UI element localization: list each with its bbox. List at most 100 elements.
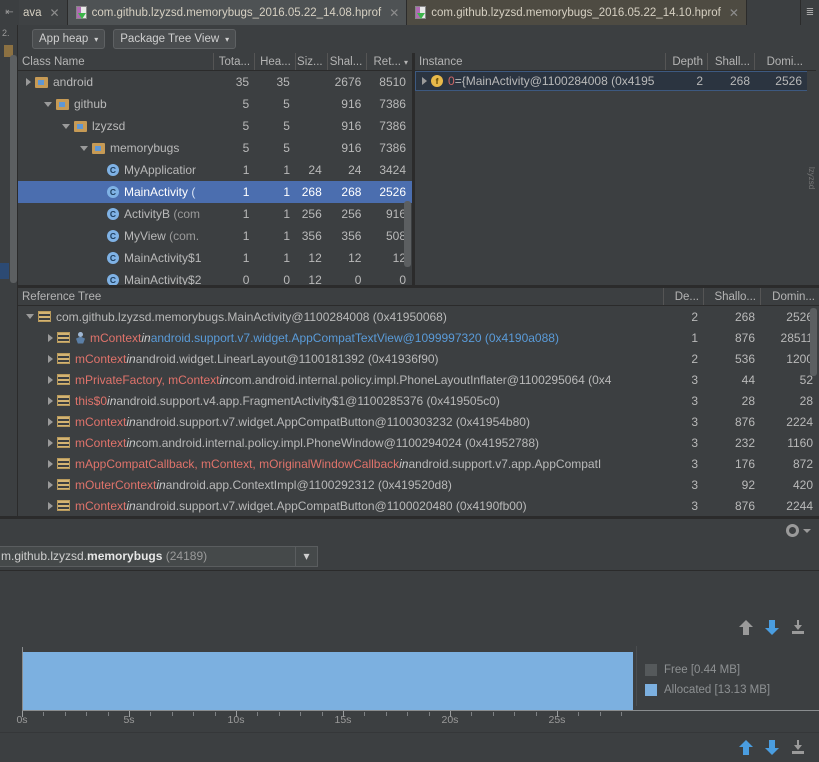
expand-arrow-icon[interactable] [48,459,53,468]
collapse-arrow-icon[interactable] [80,145,88,151]
column-depth[interactable]: Depth [666,53,708,70]
class-tree-shallow-cell: 268 [341,185,362,199]
collapse-arrow-icon[interactable] [62,123,70,129]
class-icon: C [107,164,119,176]
column-dominating[interactable]: Domi... [755,53,807,70]
process-select[interactable]: m.github.lzyzsd.memorybugs (24189) ▾ [0,545,318,567]
start-allocation-tracking-icon[interactable] [791,619,805,635]
reference-tree-row[interactable]: mPrivateFactory, mContext in com.android… [18,369,819,390]
class-tree-row[interactable]: lzyzsd 5 5 916 7386 [18,115,412,137]
field-icon: f [431,75,443,87]
gear-icon[interactable] [786,524,799,537]
column-depth[interactable]: De... [664,288,704,305]
reference-tree-row[interactable]: mAppCompatCallback, mContext, mOriginalW… [18,453,819,474]
reference-class-name: com.android.internal.policy.impl.PhoneWi… [135,435,540,450]
reference-in-keyword: in [126,498,136,513]
reference-depth-cell: 3 [691,477,698,492]
expand-arrow-icon[interactable] [48,333,53,342]
column-dominating-size[interactable]: Domin... [761,288,819,305]
list-icon [57,500,70,511]
column-instance[interactable]: Instance [415,53,666,70]
column-retained-size[interactable]: Ret... ▾ [367,53,412,70]
reference-depth-cell: 3 [691,414,698,429]
chevron-down-icon[interactable]: ▾ [295,546,317,566]
reference-tree-row[interactable]: mContext in android.support.v7.widget.Ap… [18,495,819,516]
close-icon[interactable]: ✕ [50,7,60,19]
expand-arrow-icon[interactable] [48,354,53,363]
reference-field-name: mContext [90,330,142,345]
start-allocation-tracking-icon[interactable] [791,740,805,755]
expand-arrow-icon[interactable] [48,417,53,426]
instance-side-label: lzyzsd [807,71,816,285]
chart-legend-item[interactable]: Allocated [13.13 MB] [645,680,815,700]
reference-tree-row[interactable]: mContext in android.support.v7.widget.Ap… [18,411,819,432]
initiate-gc-up-icon[interactable] [739,619,753,635]
class-tree-scrollbar[interactable] [404,201,411,267]
tab-2[interactable]: com.github.lzyzsd.memorybugs_2016.05.22_… [407,0,747,25]
column-heap-count[interactable]: Hea... [255,53,296,70]
chevron-down-icon[interactable] [803,528,811,533]
reference-tree-row[interactable]: com.github.lzyzsd.memorybugs.MainActivit… [18,306,819,327]
class-tree-row[interactable]: C MyApplicatior 1 1 24 24 3424 [18,159,412,181]
reference-shallow-cell: 44 [741,372,755,387]
collapse-arrow-icon[interactable] [44,101,52,107]
reference-tree-row[interactable]: mContext in android.support.v7.widget.Ap… [18,327,819,348]
editor-vertical-scrollbar[interactable] [10,55,17,283]
expand-arrow-icon[interactable] [48,480,53,489]
instance-row[interactable]: f0 = {MainActivity@1100284008 (0x4195 2 26… [415,71,816,91]
expand-arrow-icon[interactable] [422,77,427,85]
expand-arrow-icon[interactable] [48,501,53,510]
upper-split: Class Name Tota... Hea... Siz... Shal...… [18,53,819,285]
class-tree-row[interactable]: android 35 35 2676 8510 [18,71,412,93]
reference-tree-row[interactable]: mContext in android.widget.LinearLayout@… [18,348,819,369]
back-arrow-icon[interactable]: ⇤ [0,0,19,25]
reference-tree-row[interactable]: this$0 in android.support.v4.app.Fragmen… [18,390,819,411]
close-icon[interactable]: ✕ [729,7,739,19]
heap-select[interactable]: App heap ▾ [32,29,106,49]
class-tree-heap-cell: 0 [283,273,291,285]
tab-0[interactable]: ava ✕ [19,0,68,25]
column-shallow-size[interactable]: Shal... [328,53,368,70]
chart-legend-item[interactable]: Free [0.44 MB] [645,660,815,680]
expand-arrow-icon[interactable] [48,375,53,384]
class-tree-size-cell: 12 [308,251,322,265]
view-select[interactable]: Package Tree View ▾ [113,29,237,49]
class-tree-row[interactable]: github 5 5 916 7386 [18,93,412,115]
expand-arrow-icon[interactable] [48,438,53,447]
column-shallow[interactable]: Shall... [708,53,755,70]
reference-tree-row[interactable]: mContext in com.android.internal.policy.… [18,432,819,453]
collapse-arrow-icon[interactable] [26,314,34,319]
reference-name-cell: mPrivateFactory, mContext in com.android… [18,373,664,387]
class-tree-shallow-cell: 916 [341,141,362,155]
column-shallow-size[interactable]: Shallo... [704,288,761,305]
column-total-count[interactable]: Tota... [214,53,256,70]
initiate-gc-up-icon[interactable] [739,740,753,755]
expand-arrow-icon[interactable] [48,396,53,405]
close-icon[interactable]: ✕ [389,7,399,19]
class-tree-row[interactable]: C MainActivity$2 0 0 12 0 0 [18,269,412,285]
class-tree-total-cell: 0 [242,273,250,285]
class-tree-heap-cell: 5 [283,97,290,111]
chart-x-tick-label: 25s [548,714,566,726]
class-tree-row[interactable]: memorybugs 5 5 916 7386 [18,137,412,159]
column-reference-tree[interactable]: Reference Tree [18,288,664,305]
class-tree-row[interactable]: C MyView (com. 1 1 356 356 508 [18,225,412,247]
reference-tree-row[interactable]: mOuterContext in android.app.ContextImpl… [18,474,819,495]
column-sizeof[interactable]: Siz... [296,53,328,70]
expand-arrow-icon[interactable] [26,78,31,86]
tab-1[interactable]: com.github.lzyzsd.memorybugs_2016.05.22_… [67,0,408,25]
class-tree-name-cell: C ActivityB (com [18,207,215,221]
dump-java-heap-down-icon[interactable] [765,740,779,755]
column-class-name[interactable]: Class Name [18,53,215,70]
tab-list-icon[interactable]: ≣ [800,0,819,25]
class-tree-total-cell: 1 [242,185,250,199]
chart-x-tick-label: 15s [334,714,352,726]
dump-java-heap-down-icon[interactable] [765,619,779,635]
class-tree-row[interactable]: C MainActivity ( 1 1 268 268 2526 [18,181,412,203]
reference-depth-cell: 2 [691,351,698,366]
class-tree-row[interactable]: C ActivityB (com 1 1 256 256 916 [18,203,412,225]
class-tree-size-cell: 256 [301,207,322,221]
reference-tree-scrollbar[interactable] [810,308,817,376]
class-tree-row[interactable]: C MainActivity$1 1 1 12 12 12 [18,247,412,269]
reference-shallow-cell: 876 [734,498,755,513]
